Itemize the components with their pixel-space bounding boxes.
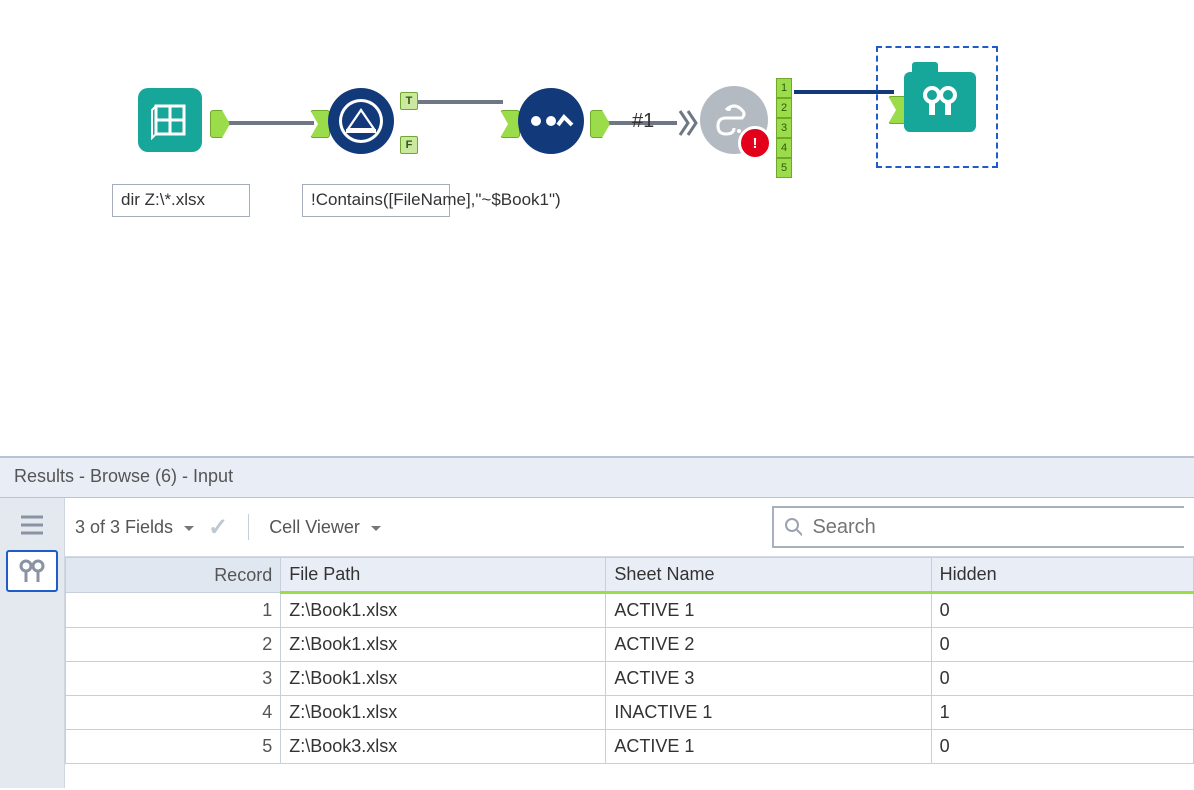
table-row[interactable]: 3Z:\Book1.xlsxACTIVE 30	[66, 662, 1194, 696]
select-icon	[518, 88, 584, 154]
cell-record: 2	[66, 628, 281, 662]
cell-hidden: 0	[931, 662, 1193, 696]
cell-hidden: 0	[931, 593, 1193, 628]
filter-false-anchor[interactable]: F	[400, 136, 418, 154]
cell-file-path: Z:\Book1.xlsx	[281, 628, 606, 662]
cell-sheet-name: ACTIVE 1	[606, 730, 931, 764]
cell-hidden: 0	[931, 730, 1193, 764]
cell-hidden: 1	[931, 696, 1193, 730]
cell-file-path: Z:\Book1.xlsx	[281, 662, 606, 696]
separator	[248, 514, 249, 540]
col-hidden[interactable]: Hidden	[931, 558, 1193, 593]
tool-browse[interactable]	[904, 72, 976, 132]
caret-down-icon	[371, 526, 381, 536]
input-anchor[interactable]	[500, 110, 520, 138]
cell-record: 5	[66, 730, 281, 764]
output-anchor-1[interactable]: 1	[776, 78, 792, 98]
cell-file-path: Z:\Book1.xlsx	[281, 696, 606, 730]
table-row[interactable]: 2Z:\Book1.xlsxACTIVE 20	[66, 628, 1194, 662]
cell-sheet-name: ACTIVE 1	[606, 593, 931, 628]
tool-caption-filter: !Contains([FileName],"~$Book1")	[302, 184, 450, 217]
cell-sheet-name: ACTIVE 2	[606, 628, 931, 662]
tool-select[interactable]	[518, 88, 584, 154]
results-grid[interactable]: Record File Path Sheet Name Hidden 1Z:\B…	[65, 557, 1194, 764]
tool-directory[interactable]	[138, 88, 202, 152]
table-row[interactable]: 4Z:\Book1.xlsxINACTIVE 11	[66, 696, 1194, 730]
col-record[interactable]: Record	[66, 558, 281, 593]
cell-sheet-name: INACTIVE 1	[606, 696, 931, 730]
results-toolbar: 3 of 3 Fields ✓ Cell Viewer	[65, 498, 1194, 557]
search-input[interactable]	[810, 515, 1174, 540]
cell-record: 3	[66, 662, 281, 696]
fields-label: 3 of 3 Fields	[75, 517, 173, 537]
tool-caption-directory: dir Z:\*.xlsx	[112, 184, 250, 217]
cell-file-path: Z:\Book1.xlsx	[281, 593, 606, 628]
search-icon	[784, 517, 802, 537]
tool-python[interactable]: !	[700, 86, 768, 154]
output-port-stack[interactable]: 1 2 3 4 5	[776, 78, 792, 178]
output-anchor-5[interactable]: 5	[776, 158, 792, 178]
col-sheet-name[interactable]: Sheet Name	[606, 558, 931, 593]
cell-record: 1	[66, 593, 281, 628]
fields-dropdown[interactable]: 3 of 3 Fields	[75, 517, 194, 538]
directory-icon	[138, 88, 202, 152]
output-anchor-4[interactable]: 4	[776, 138, 792, 158]
workflow-canvas[interactable]: dir Z:\*.xlsx T F !Contains([FileName],"…	[0, 0, 1194, 458]
filter-icon	[328, 88, 394, 154]
col-file-path[interactable]: File Path	[281, 558, 606, 593]
filter-true-anchor[interactable]: T	[400, 92, 418, 110]
connection-label: #1	[632, 110, 654, 133]
tab-messages[interactable]	[8, 506, 56, 544]
cell-file-path: Z:\Book3.xlsx	[281, 730, 606, 764]
cell-viewer-dropdown[interactable]: Cell Viewer	[269, 517, 381, 538]
table-row[interactable]: 5Z:\Book3.xlsxACTIVE 10	[66, 730, 1194, 764]
output-anchor-3[interactable]: 3	[776, 118, 792, 138]
browse-icon	[904, 72, 976, 132]
output-anchor[interactable]	[590, 110, 610, 138]
cell-record: 4	[66, 696, 281, 730]
results-side-tabs	[0, 498, 65, 788]
output-anchor-2[interactable]: 2	[776, 98, 792, 118]
dynamic-input-anchor[interactable]	[678, 108, 698, 138]
tool-filter[interactable]	[328, 88, 394, 154]
table-row[interactable]: 1Z:\Book1.xlsxACTIVE 10	[66, 593, 1194, 628]
tab-browse[interactable]	[6, 550, 58, 592]
wire	[415, 100, 503, 104]
error-badge-icon: !	[738, 126, 772, 160]
wire	[222, 121, 314, 125]
output-anchor[interactable]	[210, 110, 230, 138]
cell-viewer-label: Cell Viewer	[269, 517, 360, 537]
cell-sheet-name: ACTIVE 3	[606, 662, 931, 696]
results-panel-title: Results - Browse (6) - Input	[0, 458, 1194, 498]
search-box[interactable]	[772, 506, 1184, 548]
apply-check-icon[interactable]: ✓	[208, 513, 228, 542]
cell-hidden: 0	[931, 628, 1193, 662]
caret-down-icon	[184, 526, 194, 536]
